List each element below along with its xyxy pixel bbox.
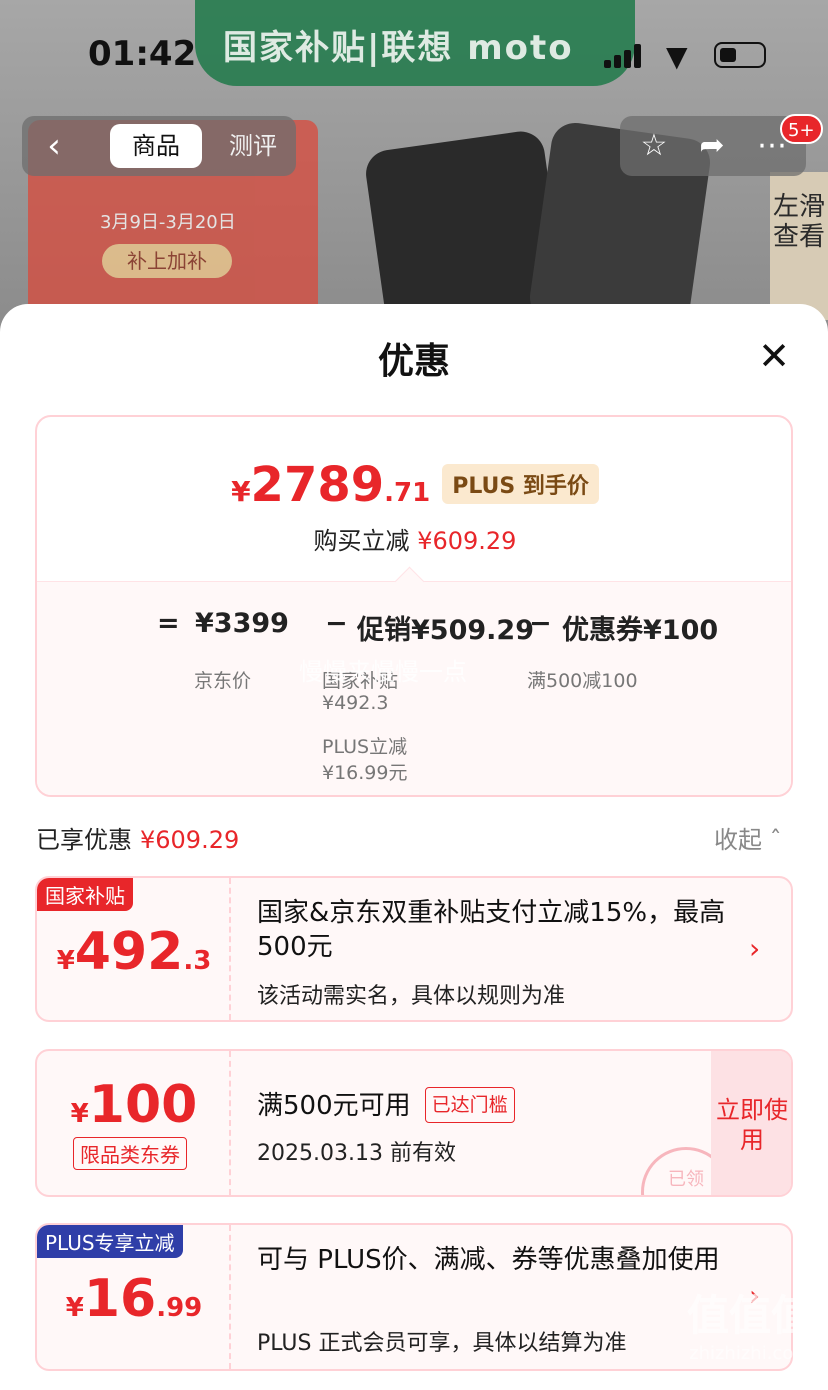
subsidy-note: 该活动需实名，具体以规则为准 xyxy=(257,984,566,1009)
wifi-icon: ▼ xyxy=(666,40,688,73)
coupon-card[interactable]: ¥100 限品类东券 满500元可用 已达门槛 2025.03.13 前有效 已领… xyxy=(35,1049,793,1197)
coupon-validity: 2025.03.13 前有效 xyxy=(257,1141,456,1166)
star-icon[interactable]: ☆ xyxy=(632,124,676,168)
plus-price-tag: PLUS 到手价 xyxy=(442,464,599,504)
site-watermark: 值值值 zhizhizhi.com xyxy=(686,1291,813,1364)
top-nav-left: ‹ 商品 测评 xyxy=(22,116,296,176)
close-icon[interactable]: ✕ xyxy=(752,334,796,378)
share-icon[interactable]: ➦ xyxy=(690,124,734,168)
purchase-reduction: 购买立减 ¥609.29 xyxy=(313,527,517,555)
subsidy-condition: 国家&京东双重补贴支付立减15%，最高500元 xyxy=(257,898,726,962)
coupon-category-tag: 限品类东券 xyxy=(73,1137,187,1170)
subsidy-amount: ¥492.3 xyxy=(56,922,212,982)
back-icon[interactable]: ‹ xyxy=(32,124,76,168)
plus-condition: 可与 PLUS价、满减、券等优惠叠加使用 xyxy=(257,1245,720,1275)
subsidy-tag: 国家补贴 xyxy=(37,878,133,911)
side-hint[interactable]: 左滑查看 xyxy=(770,172,828,320)
promo-dates: 3月9日-3月20日 xyxy=(100,212,236,233)
plus-note: PLUS 正式会员可享，具体以结算为准 xyxy=(257,1331,627,1356)
status-time: 01:42 xyxy=(88,34,197,74)
coupon-condition: 满500元可用 已达门槛 xyxy=(257,1087,515,1123)
plus-amount: ¥16.99 xyxy=(65,1269,203,1329)
price-formula: = ¥3399 − 促销¥509.29 − 优惠券¥100 xyxy=(157,608,719,646)
threshold-reached-tag: 已达门槛 xyxy=(424,1087,515,1123)
discount-sheet: 优惠 ✕ ¥2789.71 PLUS 到手价 购买立减 ¥609.29 = ¥33… xyxy=(0,304,828,1390)
coupon-sub: 满500减100 xyxy=(527,670,638,692)
promo-sub-1-value: ¥492.3 xyxy=(322,692,389,714)
subsidy-banner: 国家补贴|联想 moto xyxy=(195,0,635,86)
use-now-button[interactable]: 立即使用 xyxy=(711,1051,791,1195)
final-price: ¥2789.71 PLUS 到手价 xyxy=(37,457,791,513)
price-breakdown: = ¥3399 − 促销¥509.29 − 优惠券¥100 京东价 国家补贴 ¥… xyxy=(37,581,791,795)
jd-price-label: 京东价 xyxy=(194,670,252,692)
chevron-right-icon[interactable]: › xyxy=(749,932,760,965)
discount-card-subsidy[interactable]: 国家补贴 ¥492.3 国家&京东双重补贴支付立减15%，最高500元 该活动需… xyxy=(35,876,793,1022)
price-summary: ¥2789.71 PLUS 到手价 购买立减 ¥609.29 = ¥3399 − … xyxy=(35,415,793,797)
status-icons: ▼ xyxy=(604,38,774,73)
chevron-up-icon: ˆ xyxy=(769,826,782,854)
promo-button: 补上加补 xyxy=(102,244,232,278)
coupon-amount: ¥100 xyxy=(70,1075,198,1135)
message-badge: 5+ xyxy=(780,114,823,144)
collapse-button[interactable]: 收起 ˆ xyxy=(714,820,782,855)
promo-sub-2-value: ¥16.99元 xyxy=(322,762,408,784)
battery-icon xyxy=(714,42,766,68)
promo-sub-2: PLUS立减 xyxy=(322,736,408,758)
tab-review[interactable]: 测评 xyxy=(218,124,288,168)
overlay-watermark: 慢慢来慢慢一点 xyxy=(299,658,467,686)
enjoyed-discount: 已享优惠 ¥609.29 xyxy=(36,826,240,854)
plus-tag: PLUS专享立减 xyxy=(37,1225,183,1258)
signal-icon xyxy=(604,42,646,68)
sheet-title: 优惠 xyxy=(377,341,450,382)
tab-product[interactable]: 商品 xyxy=(110,124,202,168)
top-nav-right: ☆ ➦ ⋯ xyxy=(620,116,806,176)
